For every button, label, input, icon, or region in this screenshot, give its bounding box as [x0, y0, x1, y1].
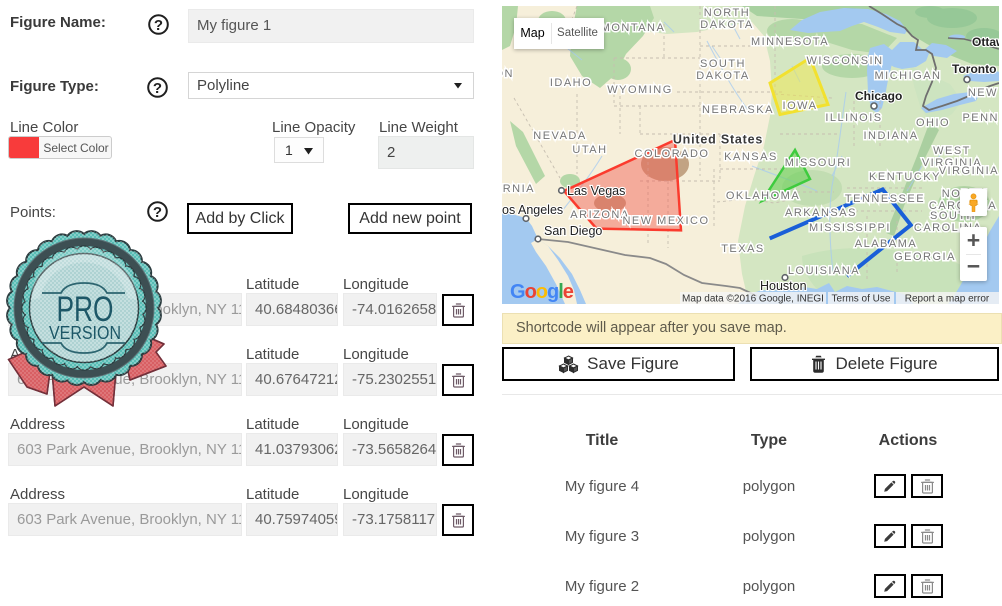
svg-text:KENTUCKY: KENTUCKY — [869, 171, 941, 183]
svg-text:San Diego: San Diego — [544, 224, 602, 238]
svg-text:MICHIGAN: MICHIGAN — [875, 70, 942, 82]
svg-text:WISCONSIN: WISCONSIN — [806, 55, 883, 67]
svg-text:FORNIA: FORNIA — [502, 183, 535, 195]
svg-text:WEST: WEST — [933, 145, 971, 157]
svg-text:NEBRASKA: NEBRASKA — [702, 104, 774, 116]
svg-text:Las Vegas: Las Vegas — [567, 184, 625, 198]
svg-text:VERSION: VERSION — [49, 323, 121, 343]
svg-text:PENN: PENN — [962, 112, 999, 124]
svg-text:NEVADA: NEVADA — [533, 130, 586, 142]
svg-text:OHIO: OHIO — [916, 117, 950, 129]
svg-text:Chicago: Chicago — [855, 89, 902, 103]
svg-text:Houston: Houston — [760, 279, 807, 293]
svg-text:Google: Google — [510, 281, 574, 303]
svg-text:MINNESOTA: MINNESOTA — [751, 36, 829, 48]
svg-text:KANSAS: KANSAS — [724, 151, 778, 163]
svg-text:?: ? — [153, 204, 162, 221]
svg-text:NORTH: NORTH — [704, 7, 750, 19]
svg-text:COLORADO: COLORADO — [635, 148, 710, 160]
svg-text:ILLINOIS: ILLINOIS — [825, 112, 882, 124]
svg-text:INDIANA: INDIANA — [863, 130, 918, 142]
svg-text:MONTANA: MONTANA — [601, 22, 666, 34]
svg-text:LOUISIANA: LOUISIANA — [788, 265, 860, 277]
svg-text:TEXAS: TEXAS — [721, 243, 765, 255]
svg-text:?: ? — [153, 80, 162, 97]
svg-text:VIRGINIA: VIRGINIA — [939, 165, 999, 177]
svg-text:?: ? — [154, 17, 163, 34]
svg-text:OKLAHOMA: OKLAHOMA — [726, 190, 800, 202]
svg-text:ARIZONA: ARIZONA — [570, 209, 629, 221]
svg-text:DAKOTA: DAKOTA — [700, 19, 753, 31]
svg-text:GEORGIA: GEORGIA — [894, 251, 956, 263]
svg-text:IOWA: IOWA — [783, 100, 818, 112]
svg-text:MISSISSIPPI: MISSISSIPPI — [809, 222, 891, 234]
svg-text:Map data ©2016 Google, INEGI: Map data ©2016 Google, INEGI — [682, 294, 824, 305]
svg-text:DAKOTA: DAKOTA — [696, 70, 749, 82]
svg-text:os Angeles: os Angeles — [502, 203, 563, 217]
svg-text:NEW MEXICO: NEW MEXICO — [622, 215, 709, 227]
svg-text:IDAHO: IDAHO — [550, 77, 592, 89]
svg-text:United States: United States — [673, 133, 763, 147]
svg-text:ARKANSAS: ARKANSAS — [785, 207, 857, 219]
svg-text:TENNESSEE: TENNESSEE — [845, 193, 925, 205]
svg-text:WYOMING: WYOMING — [607, 84, 673, 96]
svg-text:Ottaw: Ottaw — [972, 35, 999, 49]
svg-text:MISSOURI: MISSOURI — [785, 157, 851, 169]
svg-text:GON: GON — [502, 68, 514, 80]
svg-text:Terms of Use: Terms of Use — [832, 294, 891, 305]
svg-text:UTAH: UTAH — [572, 144, 607, 156]
svg-text:Report a map error: Report a map error — [905, 294, 990, 305]
svg-text:ALABAMA: ALABAMA — [855, 238, 917, 250]
svg-text:Toronto: Toronto — [952, 62, 996, 76]
svg-text:NEW: NEW — [968, 87, 998, 99]
svg-text:SOUTH: SOUTH — [700, 58, 746, 70]
